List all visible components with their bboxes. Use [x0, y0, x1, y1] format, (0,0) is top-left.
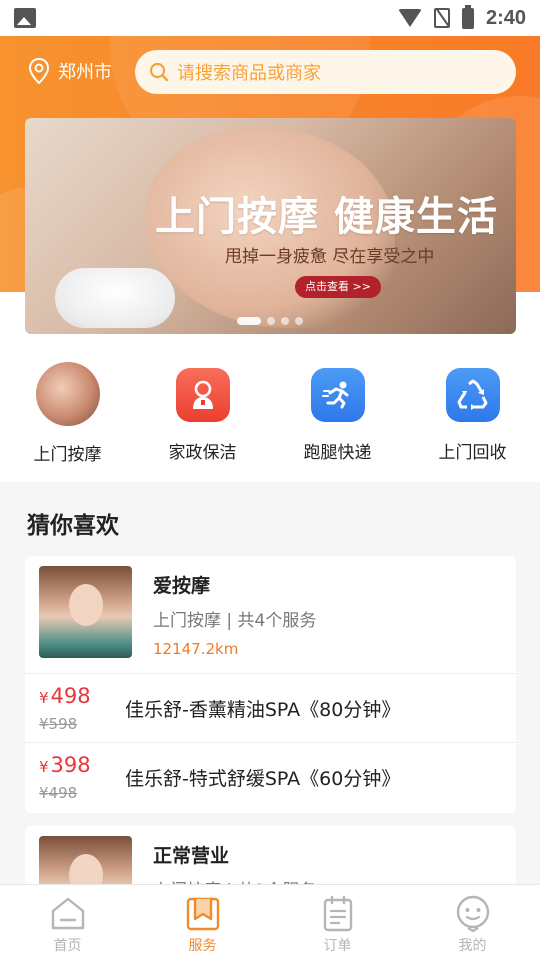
banner-cta-button[interactable]: 点击查看 >> [295, 276, 381, 298]
shop-header[interactable]: 爱按摩 上门按摩 | 共4个服务 12147.2km [25, 556, 516, 674]
shop-meta: 上门按摩 | 共4个服务 [153, 611, 317, 631]
shop-name: 正常营业 [153, 845, 230, 867]
search-icon [149, 62, 169, 82]
category-errand[interactable]: 跑腿快递 [270, 360, 405, 465]
service-item[interactable]: ¥398 ¥498 佳乐舒-特式舒缓SPA《60分钟》 [25, 743, 516, 812]
runner-icon [310, 368, 365, 422]
carousel-dot[interactable] [281, 317, 289, 325]
shop-name: 爱按摩 [153, 575, 211, 597]
carousel-indicator [237, 317, 303, 325]
bottom-tab-bar: 首页 服务 订单 我的 [0, 884, 540, 960]
tab-label: 首页 [53, 938, 82, 954]
banner-title: 上门按摩 健康生活 [155, 194, 498, 240]
shop-distance: 12147.2km [153, 640, 239, 658]
shop-thumbnail [39, 566, 132, 658]
category-grid: 上门按摩 家政保洁 跑腿快递 上门回收 [0, 360, 540, 465]
wifi-icon [397, 9, 422, 27]
category-recycling[interactable]: 上门回收 [405, 360, 540, 465]
original-price: ¥498 [39, 784, 78, 802]
category-label: 跑腿快递 [303, 443, 372, 463]
category-housekeeping[interactable]: 家政保洁 [135, 360, 270, 465]
original-price: ¥598 [39, 715, 78, 733]
tab-profile[interactable]: 我的 [405, 885, 540, 960]
tab-service[interactable]: 服务 [135, 885, 270, 960]
carousel-dot[interactable] [267, 317, 275, 325]
status-time: 2:40 [485, 6, 526, 29]
category-label: 上门按摩 [33, 445, 102, 465]
search-placeholder: 请搜索商品或商家 [177, 63, 321, 84]
service-name: 佳乐舒-香薰精油SPA《80分钟》 [125, 699, 401, 721]
category-label: 家政保洁 [168, 443, 237, 463]
carousel-dot[interactable] [295, 317, 303, 325]
tab-label: 订单 [323, 938, 352, 954]
status-bar: 2:40 [0, 0, 540, 36]
home-icon [51, 897, 84, 930]
carousel-dot[interactable] [237, 317, 261, 325]
no-sim-icon [433, 8, 450, 28]
location-pin-icon [28, 58, 50, 84]
battery-charging-icon [461, 4, 474, 29]
order-icon [323, 895, 352, 932]
status-right: 2:40 [397, 4, 526, 30]
service-icon [186, 897, 219, 931]
service-price: ¥398 [39, 753, 91, 777]
city-label: 郑州市 [58, 62, 112, 83]
section-title: 猜你喜欢 [27, 513, 119, 539]
massage-photo-icon [35, 362, 100, 426]
tab-label: 我的 [458, 938, 487, 954]
search-input[interactable]: 请搜索商品或商家 [135, 50, 516, 94]
recycle-icon [445, 368, 500, 422]
service-item[interactable]: ¥498 ¥598 佳乐舒-香薰精油SPA《80分钟》 [25, 674, 516, 743]
gallery-icon [14, 8, 36, 28]
category-label: 上门回收 [438, 443, 507, 463]
service-name: 佳乐舒-特式舒缓SPA《60分钟》 [125, 768, 401, 790]
profile-icon [456, 895, 489, 933]
housekeeper-icon [175, 368, 230, 422]
shop-card[interactable]: 爱按摩 上门按摩 | 共4个服务 12147.2km ¥498 ¥598 佳乐舒… [25, 556, 516, 813]
tab-orders[interactable]: 订单 [270, 885, 405, 960]
tab-home[interactable]: 首页 [0, 885, 135, 960]
category-massage[interactable]: 上门按摩 [0, 360, 135, 465]
tab-label: 服务 [188, 938, 217, 954]
promo-banner[interactable]: 上门按摩 健康生活 甩掉一身疲惫 尽在享受之中 点击查看 >> [25, 118, 516, 334]
banner-subtitle: 甩掉一身疲惫 尽在享受之中 [225, 247, 435, 267]
location-selector[interactable]: 郑州市 [28, 58, 112, 84]
service-price: ¥498 [39, 684, 91, 708]
